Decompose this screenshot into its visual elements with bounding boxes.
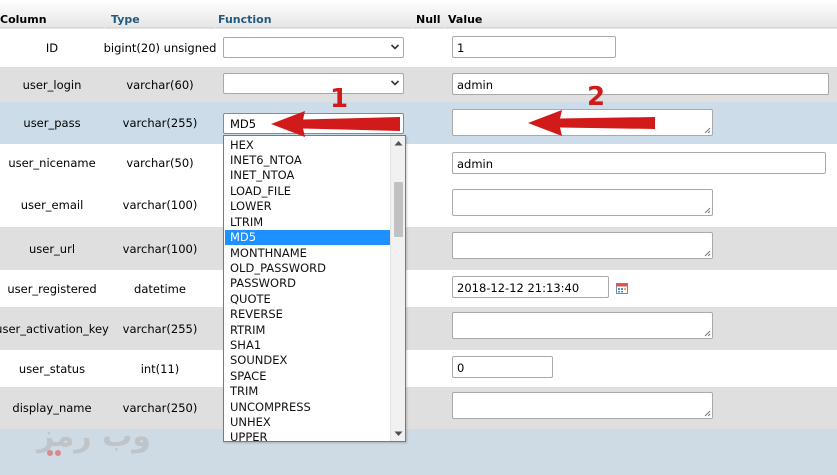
annotation-arrow-2 (528, 110, 655, 136)
annotation-arrow-1 (271, 111, 400, 137)
annotation-arrows (271, 110, 655, 137)
